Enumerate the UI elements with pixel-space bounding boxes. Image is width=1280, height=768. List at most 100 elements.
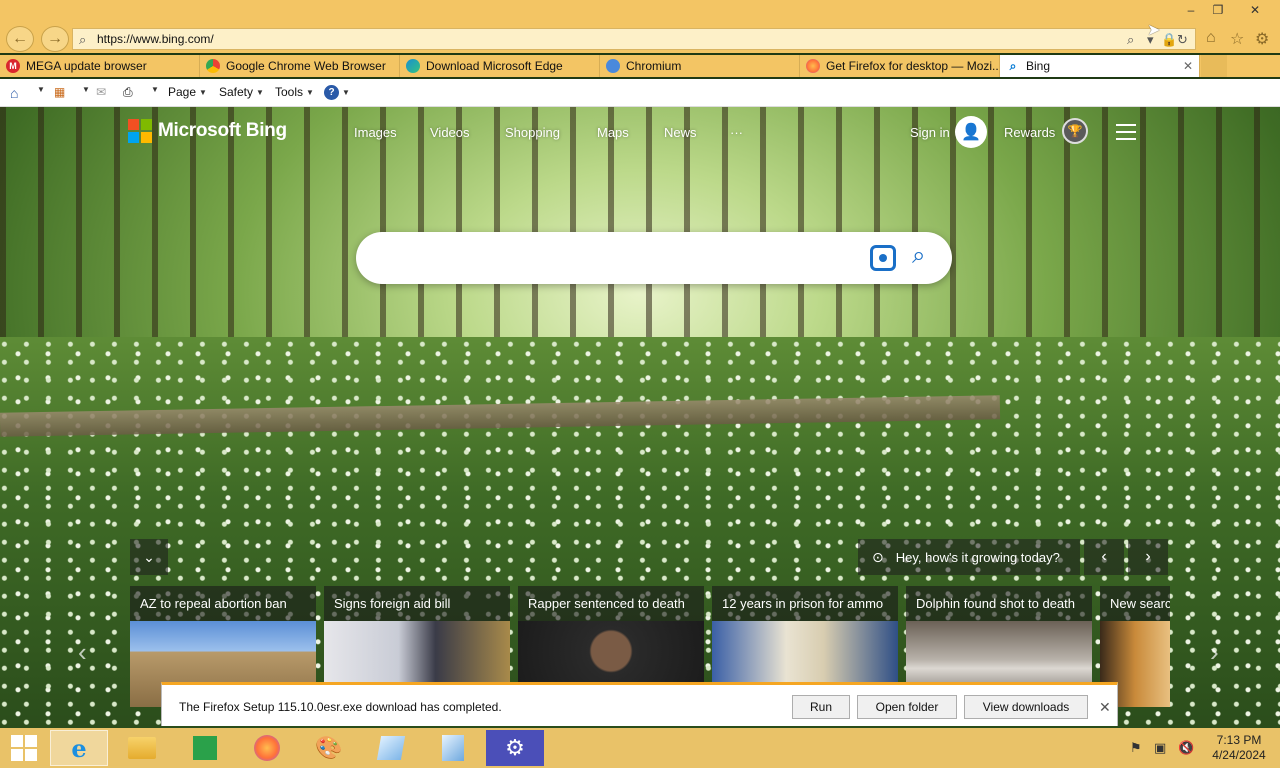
carousel-left-icon[interactable]: ‹ xyxy=(78,637,87,668)
chevron-down-icon[interactable]: ▼ xyxy=(148,85,159,94)
run-button[interactable]: Run xyxy=(792,695,850,719)
sign-in-link[interactable]: Sign in xyxy=(910,125,950,140)
taskbar-firefox[interactable] xyxy=(238,730,296,766)
tools-menu[interactable]: Tools ▼ xyxy=(275,85,314,99)
search-icon[interactable]: ⌕ xyxy=(912,242,925,270)
flag-icon[interactable]: ⚑ xyxy=(1130,740,1142,756)
mouse-cursor-icon: ➤ xyxy=(1147,22,1161,39)
taskbar-internet-explorer[interactable]: e xyxy=(50,730,108,766)
system-clock[interactable]: 7:13 PM 4/24/2024 xyxy=(1204,733,1274,763)
nav-maps[interactable]: Maps xyxy=(597,125,629,140)
bing-logo[interactable]: Microsoft Bing xyxy=(128,119,287,143)
search-box: ⌕ xyxy=(356,232,952,284)
image-info-pill[interactable]: ⊙ Hey, how's it growing today? xyxy=(858,539,1080,575)
visual-search-icon[interactable] xyxy=(870,245,896,271)
print-icon[interactable]: ⎙ xyxy=(123,85,133,100)
tab-mega[interactable]: M MEGA update browser xyxy=(0,55,200,77)
nav-more[interactable]: ··· xyxy=(730,125,743,140)
chromium-icon xyxy=(606,59,620,73)
favorites-star-icon[interactable]: ☆ xyxy=(1230,29,1244,49)
search-icon[interactable]: ⌕ xyxy=(1127,32,1134,48)
rewards-link[interactable]: Rewards xyxy=(1004,125,1055,140)
search-input[interactable] xyxy=(374,246,854,270)
mega-icon: M xyxy=(6,59,20,73)
search-icon: ⌕ xyxy=(79,32,87,47)
carousel-right-icon[interactable]: › xyxy=(1210,637,1219,668)
close-window-button[interactable]: ✕ xyxy=(1240,0,1270,20)
home-icon[interactable]: ⌂ xyxy=(10,85,18,101)
news-title: New searcl xyxy=(1110,596,1170,611)
help-icon[interactable]: ? ▼ xyxy=(324,85,350,100)
page-menu[interactable]: Page ▼ xyxy=(168,85,207,99)
image-info-text: Hey, how's it growing today? xyxy=(895,549,1060,565)
nav-images[interactable]: Images xyxy=(354,125,397,140)
download-message: The Firefox Setup 115.10.0esr.exe downlo… xyxy=(179,700,502,714)
tab-chromium[interactable]: Chromium xyxy=(600,55,800,77)
network-icon[interactable]: ▣ xyxy=(1154,740,1166,756)
refresh-icon[interactable]: ↻ xyxy=(1177,32,1188,48)
lock-icon[interactable]: 🔒 xyxy=(1161,32,1177,48)
edge-icon xyxy=(406,59,420,73)
chevron-down-icon[interactable]: ▼ xyxy=(79,85,90,94)
safety-menu[interactable]: Safety ▼ xyxy=(219,85,264,99)
mail-icon[interactable]: ✉ xyxy=(96,85,106,99)
firefox-icon xyxy=(254,735,280,761)
app-document-icon xyxy=(442,735,464,761)
firefox-icon xyxy=(806,59,820,73)
previous-image-button[interactable]: ‹ xyxy=(1084,539,1124,575)
user-avatar-icon[interactable]: 👤 xyxy=(955,116,987,148)
clock-date: 4/24/2024 xyxy=(1212,748,1266,762)
close-tab-icon[interactable]: ✕ xyxy=(1183,59,1193,73)
home-icon[interactable]: ⌂ xyxy=(1206,29,1216,47)
taskbar-app-1[interactable] xyxy=(362,730,420,766)
tab-edge[interactable]: Download Microsoft Edge xyxy=(400,55,600,77)
minimize-button[interactable]: – xyxy=(1176,0,1206,20)
rewards-trophy-icon[interactable]: 🏆 xyxy=(1062,118,1088,144)
taskbar-settings[interactable]: ⚙ xyxy=(486,730,544,766)
tab-label: Chromium xyxy=(626,59,682,73)
nav-news[interactable]: News xyxy=(664,125,697,140)
download-notification-bar: The Firefox Setup 115.10.0esr.exe downlo… xyxy=(161,682,1118,726)
next-image-button[interactable]: › xyxy=(1128,539,1168,575)
taskbar-file-explorer[interactable] xyxy=(113,730,171,766)
hamburger-menu-icon[interactable] xyxy=(1116,124,1136,140)
app-window-icon xyxy=(376,736,406,760)
tab-chrome[interactable]: Google Chrome Web Browser xyxy=(200,55,400,77)
settings-gear-icon[interactable]: ⚙ xyxy=(1255,29,1269,49)
restore-button[interactable]: ❐ xyxy=(1203,0,1233,20)
internet-explorer-icon: e xyxy=(71,733,87,763)
url-text[interactable]: https://www.bing.com/ xyxy=(97,32,214,46)
close-icon[interactable]: ✕ xyxy=(1099,699,1111,716)
browser-titlebar: – ❐ ✕ ← → ⌕ https://www.bing.com/ ⌕ ▾ 🔒 … xyxy=(0,0,1280,53)
collapse-feed-button[interactable]: ⌄ xyxy=(130,539,168,575)
taskbar-paint[interactable]: 🎨 xyxy=(300,730,358,766)
brand-text: Microsoft Bing xyxy=(158,120,287,141)
news-title: Dolphin found shot to death xyxy=(916,596,1076,611)
forward-arrow-icon: → xyxy=(47,30,63,47)
taskbar-app-2[interactable] xyxy=(424,730,482,766)
store-icon xyxy=(193,736,217,760)
start-button[interactable] xyxy=(0,730,48,766)
tab-bing[interactable]: ⌕ Bing ✕ xyxy=(1000,55,1200,77)
folder-icon xyxy=(128,737,156,759)
new-tab-button[interactable] xyxy=(1201,55,1227,77)
address-bar[interactable]: ⌕ https://www.bing.com/ ⌕ ▾ 🔒 ↻ xyxy=(72,28,1196,50)
view-downloads-button[interactable]: View downloads xyxy=(964,695,1088,719)
chevron-down-icon: ⌄ xyxy=(143,548,155,565)
nav-shopping[interactable]: Shopping xyxy=(505,125,560,140)
chevron-down-icon[interactable]: ▼ xyxy=(34,85,45,94)
taskbar-store[interactable] xyxy=(176,730,234,766)
bing-homepage: Microsoft Bing Images Videos Shopping Ma… xyxy=(0,107,1280,728)
back-button[interactable]: ← xyxy=(6,26,34,52)
rss-feed-icon[interactable]: ▦ xyxy=(54,85,65,99)
news-title: AZ to repeal abortion ban xyxy=(140,596,287,611)
open-folder-button[interactable]: Open folder xyxy=(857,695,957,719)
tab-label: Download Microsoft Edge xyxy=(426,59,563,73)
chevron-left-icon: ‹ xyxy=(1101,548,1107,565)
nav-videos[interactable]: Videos xyxy=(430,125,470,140)
volume-muted-icon[interactable]: 🔇 xyxy=(1178,740,1194,756)
forward-button[interactable]: → xyxy=(41,26,69,52)
tab-label: Google Chrome Web Browser xyxy=(226,59,386,73)
tab-firefox[interactable]: Get Firefox for desktop — Mozi... xyxy=(800,55,1000,77)
tab-label: MEGA update browser xyxy=(26,59,147,73)
